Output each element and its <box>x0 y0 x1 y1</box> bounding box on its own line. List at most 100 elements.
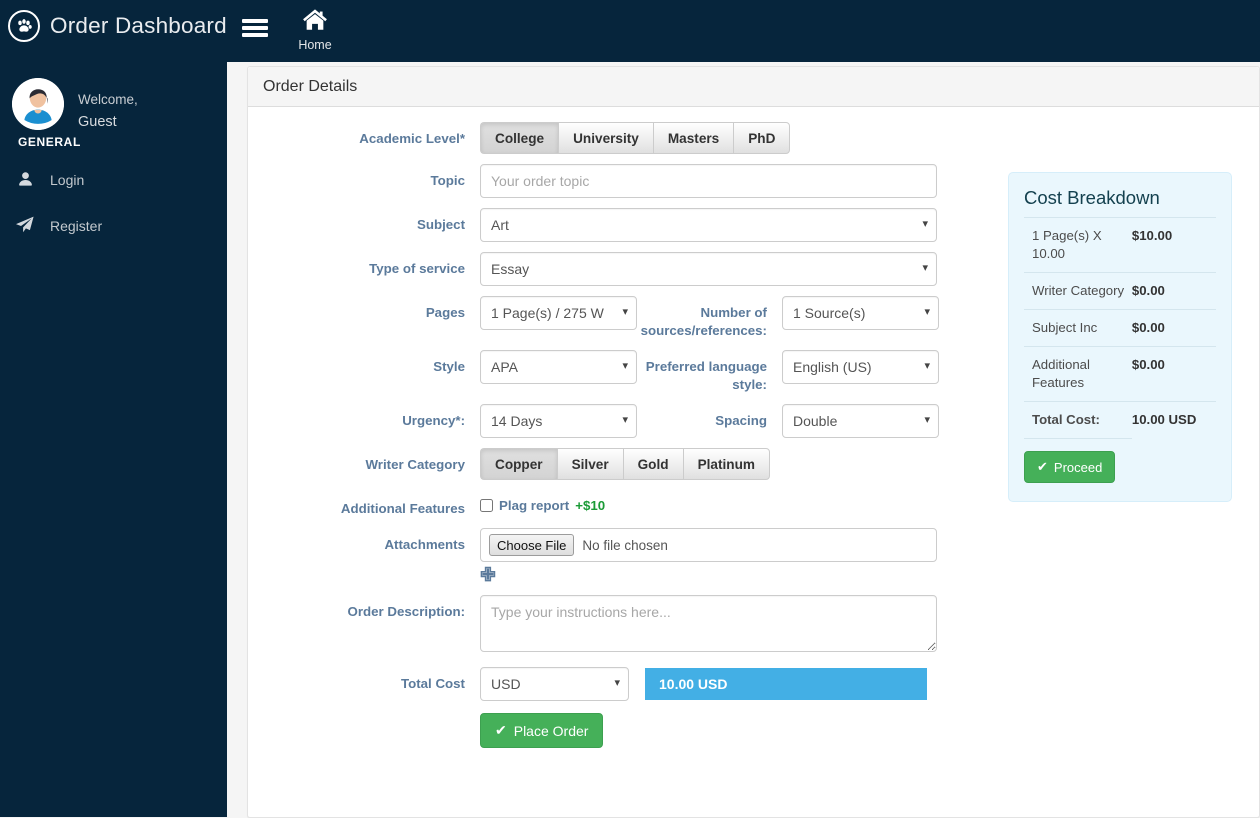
label-sources: Number of sources/references: <box>640 305 767 338</box>
type-of-service-select[interactable]: Essay <box>480 252 937 286</box>
academic-level-button-group: College University Masters PhD <box>480 122 791 154</box>
table-row-total: Total Cost: 10.00 USD <box>1024 401 1216 439</box>
attachments-control: Choose File No file chosen ✙ <box>480 528 937 585</box>
label-type-of-service: Type of service <box>369 261 465 276</box>
plag-report-label: Plag report <box>499 498 570 513</box>
style-control: APA <box>480 350 637 384</box>
topic-input[interactable] <box>480 164 937 198</box>
nav-item-home[interactable]: Home <box>288 8 342 52</box>
type-of-service-select-wrap: Essay <box>480 252 937 286</box>
cost-row-label: Writer Category <box>1024 272 1132 310</box>
welcome-text: Welcome, Guest <box>78 89 138 133</box>
spacing-select[interactable]: Double <box>782 404 939 438</box>
writer-category-silver[interactable]: Silver <box>556 448 623 480</box>
place-order-control: ✔ Place Order <box>480 713 604 748</box>
order-description-textarea[interactable] <box>480 595 937 652</box>
label-attachments: Attachments <box>384 537 465 552</box>
type-of-service-control: Essay <box>480 252 937 286</box>
writer-category-gold[interactable]: Gold <box>622 448 683 480</box>
label-place-order-spacer <box>263 713 480 721</box>
subject-select-wrap: Art <box>480 208 937 242</box>
cost-row-label: Subject Inc <box>1024 309 1132 347</box>
academic-level-university[interactable]: University <box>558 122 653 154</box>
plag-report-checkbox[interactable] <box>480 499 493 512</box>
currency-select-wrap: USD <box>480 667 629 701</box>
proceed-wrap: ✔ Proceed <box>1024 439 1216 483</box>
currency-select[interactable]: USD <box>480 667 629 701</box>
sidebar-item-login[interactable]: Login <box>0 157 227 203</box>
cost-row-amount: $0.00 <box>1131 309 1216 347</box>
cost-row-amount: $10.00 <box>1131 217 1216 273</box>
welcome-greeting: Welcome, <box>78 92 138 107</box>
file-input[interactable]: Choose File No file chosen <box>480 528 937 562</box>
place-order-label: Place Order <box>513 722 589 739</box>
writer-category-button-group: Copper Silver Gold Platinum <box>480 448 770 480</box>
plag-report-price: +$10 <box>575 498 606 513</box>
cost-row-amount: $0.00 <box>1131 346 1216 402</box>
cost-breakdown-title: Cost Breakdown <box>1024 187 1160 208</box>
hamburger-icon[interactable] <box>242 17 268 39</box>
label-language-style: Preferred language style: <box>645 359 767 392</box>
spacing-control: Double <box>782 404 939 438</box>
academic-level-college[interactable]: College <box>480 122 559 154</box>
check-icon: ✔ <box>495 722 507 738</box>
paw-circle-icon <box>8 10 40 42</box>
cost-breakdown-card: Cost Breakdown 1 Page(s) X 10.00 $10.00 … <box>1008 172 1232 502</box>
total-cost-display: 10.00 USD <box>645 668 927 700</box>
home-icon <box>288 8 342 34</box>
choose-file-button[interactable]: Choose File <box>489 534 575 556</box>
hamburger-bar <box>242 33 268 37</box>
page-title: Order Details <box>263 77 358 95</box>
place-order-button[interactable]: ✔ Place Order <box>480 713 604 748</box>
nav-home-label: Home <box>298 38 332 52</box>
sources-select[interactable]: 1 Source(s) <box>782 296 939 330</box>
urgency-select[interactable]: 14 Days <box>480 404 637 438</box>
label-urgency: Urgency*: <box>402 413 465 428</box>
cost-row-amount: $0.00 <box>1131 272 1216 310</box>
proceed-label: Proceed <box>1053 459 1103 475</box>
hamburger-bar <box>242 19 268 23</box>
language-style-select[interactable]: English (US) <box>782 350 939 384</box>
user-name: Guest <box>78 114 117 130</box>
plag-report-option: Plag report +$10 <box>480 490 605 513</box>
label-total-cost: Total Cost <box>400 676 465 691</box>
field-row-order-description: Order Description: <box>263 595 1244 657</box>
label-spacing: Spacing <box>715 413 767 428</box>
cost-breakdown-table: 1 Page(s) X 10.00 $10.00 Writer Category… <box>1024 217 1216 439</box>
cost-row-label: 1 Page(s) X 10.00 <box>1024 217 1132 273</box>
writer-category-platinum[interactable]: Platinum <box>682 448 770 480</box>
plus-icon[interactable]: ✙ <box>480 566 500 585</box>
subject-select[interactable]: Art <box>480 208 937 242</box>
order-details-panel: Order Details Academic Level* College Un… <box>247 66 1260 818</box>
academic-level-masters[interactable]: Masters <box>652 122 734 154</box>
language-style-control: English (US) <box>782 350 939 384</box>
brand[interactable]: Order Dashboard <box>8 10 227 42</box>
label-order-description: Order Description: <box>347 604 465 619</box>
table-row: Subject Inc $0.00 <box>1024 309 1216 347</box>
proceed-button[interactable]: ✔ Proceed <box>1024 451 1116 483</box>
writer-category-control: Copper Silver Gold Platinum <box>480 448 770 480</box>
table-row: Additional Features $0.00 <box>1024 346 1216 402</box>
label-pages: Pages <box>425 305 465 320</box>
spacing-select-wrap: Double <box>782 404 939 438</box>
academic-level-control: College University Masters PhD <box>480 122 791 154</box>
file-status-text: No file chosen <box>582 537 668 553</box>
total-cost-amount: 10.00 USD <box>1131 401 1216 439</box>
app-title: Order Dashboard <box>50 13 227 38</box>
sources-select-wrap: 1 Source(s) <box>782 296 939 330</box>
pages-control: 1 Page(s) / 275 W <box>480 296 637 330</box>
sidebar: Welcome, Guest GENERAL Login Register <box>0 62 227 817</box>
sidebar-item-register[interactable]: Register <box>0 203 227 249</box>
topic-control <box>480 164 937 198</box>
writer-category-copper[interactable]: Copper <box>480 448 557 480</box>
total-cost-label: Total Cost: <box>1024 401 1132 439</box>
user-icon <box>14 171 36 190</box>
avatar <box>12 78 64 130</box>
field-row-attachments: Attachments Choose File No file chosen ✙ <box>263 528 1244 585</box>
paper-plane-icon <box>14 216 36 236</box>
style-select[interactable]: APA <box>480 350 637 384</box>
academic-level-phd[interactable]: PhD <box>733 122 791 154</box>
sidebar-item-label: Register <box>50 218 103 234</box>
label-style: Style <box>433 359 465 374</box>
pages-select[interactable]: 1 Page(s) / 275 W <box>480 296 637 330</box>
